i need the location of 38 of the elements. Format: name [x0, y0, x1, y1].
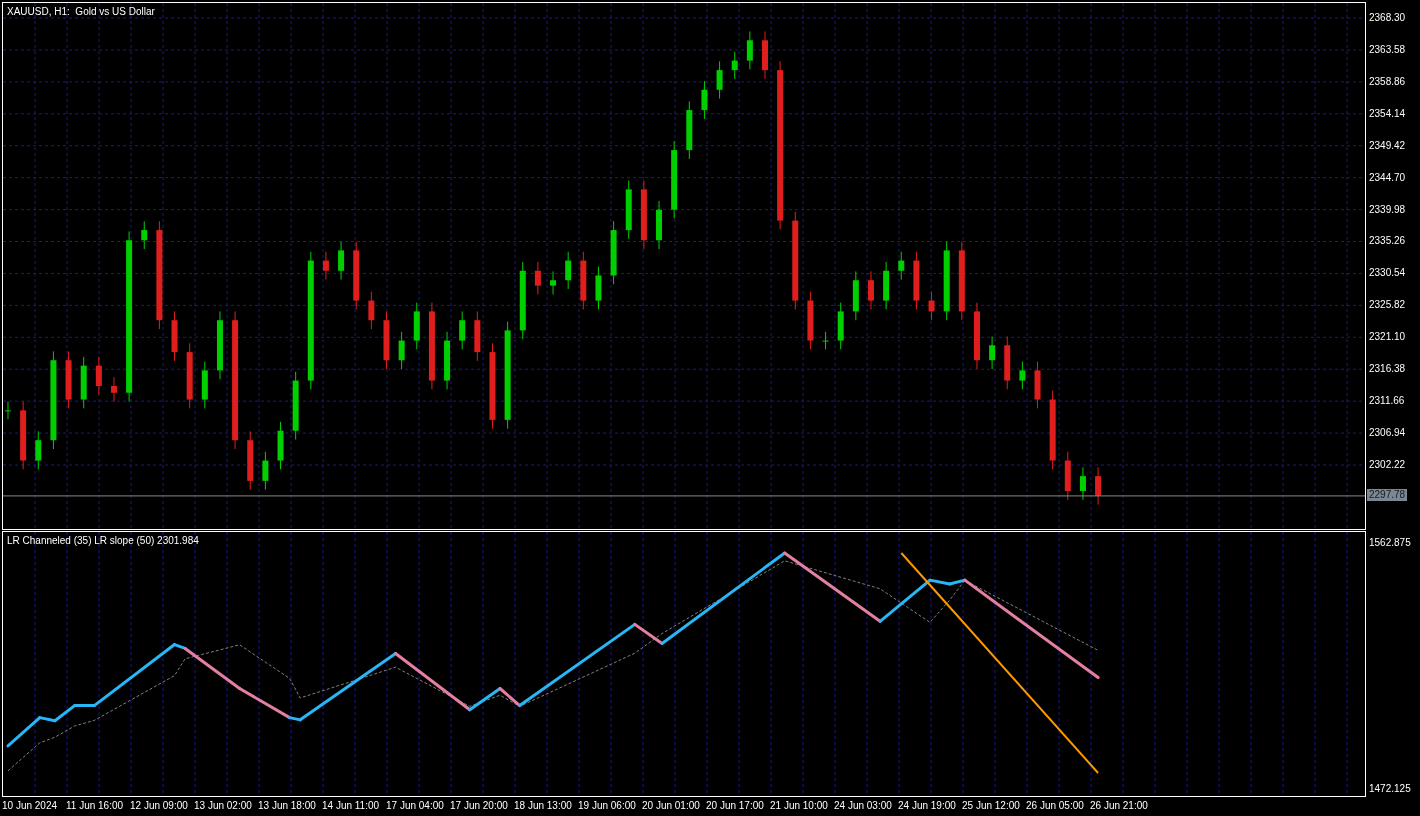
indicator-axis-label: 1562.875 [1368, 537, 1411, 549]
price-axis-label: 2330.54 [1368, 267, 1406, 280]
time-axis-label: 26 Jun 21:00 [1090, 800, 1149, 813]
time-axis-label: 20 Jun 17:00 [706, 800, 765, 813]
time-axis-label: 13 Jun 18:00 [258, 800, 317, 813]
indicator-axis-label: 1472.125 [1368, 783, 1411, 795]
price-axis-label: 2358.86 [1368, 75, 1406, 88]
time-axis-label: 13 Jun 02:00 [194, 800, 253, 813]
time-axis-label: 18 Jun 13:00 [514, 800, 573, 813]
price-axis-label: 2344.70 [1368, 171, 1406, 184]
time-axis-label: 26 Jun 05:00 [1026, 800, 1085, 813]
time-axis-label: 24 Jun 19:00 [898, 800, 957, 813]
time-axis-label: 14 Jun 11:00 [322, 800, 381, 813]
time-axis-label: 20 Jun 01:00 [642, 800, 701, 813]
price-axis-label: 2306.94 [1368, 427, 1406, 439]
price-axis-label: 2325.82 [1368, 299, 1406, 312]
price-axis-label: 2363.58 [1368, 43, 1406, 56]
price-axis-label: 2349.42 [1368, 139, 1406, 152]
time-axis-label: 17 Jun 04:00 [386, 800, 445, 813]
price-axis-label: 2316.38 [1368, 363, 1406, 376]
price-axis-label: 2335.26 [1368, 235, 1406, 248]
price-axis-label: 2321.10 [1368, 331, 1406, 344]
chart-title: XAUUSD, H1: Gold vs US Dollar [7, 6, 155, 17]
price-axis-label: 2354.14 [1368, 107, 1406, 120]
current-price-tag: 2297.78 [1367, 488, 1408, 501]
time-axis-label: 12 Jun 09:00 [130, 800, 189, 813]
time-axis-label: 10 Jun 2024 [2, 800, 59, 813]
time-axis-label: 25 Jun 12:00 [962, 800, 1021, 813]
time-axis-label: 11 Jun 16:00 [66, 800, 125, 813]
indicator-title: LR Channeled (35) LR slope (50) 2301.984 [7, 535, 199, 546]
price-axis-label: 2302.22 [1368, 458, 1406, 471]
time-axis-label: 19 Jun 06:00 [578, 800, 637, 813]
time-axis-label: 17 Jun 20:00 [450, 800, 509, 813]
time-axis-label: 21 Jun 10:00 [770, 800, 829, 813]
price-axis-label: 2339.98 [1368, 203, 1406, 216]
time-axis-label: 24 Jun 03:00 [834, 800, 893, 813]
price-axis-label: 2311.66 [1368, 395, 1405, 408]
price-axis-label: 2368.30 [1368, 12, 1406, 24]
